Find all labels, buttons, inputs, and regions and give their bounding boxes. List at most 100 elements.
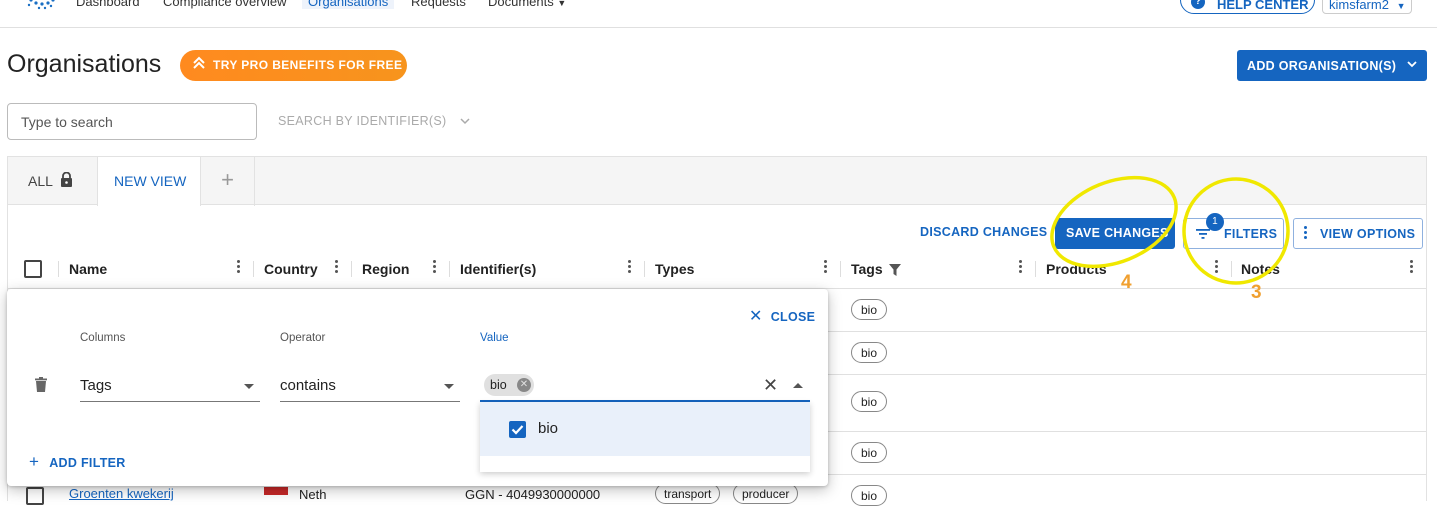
add-filter-button[interactable]: + ADD FILTER [29, 452, 126, 472]
operator-select-value: contains [280, 377, 336, 394]
add-organisations-label: ADD ORGANISATION(S) [1247, 59, 1397, 73]
question-icon: ? [1191, 0, 1205, 9]
option-label: bio [538, 420, 559, 437]
view-options-button[interactable]: VIEW OPTIONS [1293, 218, 1423, 249]
tab-all-label: ALL [28, 173, 53, 189]
select-all-checkbox[interactable] [24, 260, 42, 278]
save-changes-button[interactable]: SAVE CHANGES [1055, 218, 1175, 249]
add-filter-label: ADD FILTER [49, 456, 126, 470]
value-label: Value [480, 332, 509, 344]
discard-changes-button[interactable]: DISCARD CHANGES [920, 225, 1047, 239]
organisation-name-link[interactable]: Groenten kwekerij [69, 486, 174, 501]
more-vert-icon[interactable] [335, 260, 339, 275]
nav-documents-label: Documents [488, 0, 554, 9]
nav-dashboard[interactable]: Dashboard [76, 0, 140, 9]
search-input[interactable] [7, 103, 257, 140]
column-separator [351, 261, 352, 277]
table-header: Name Country Region Identifier(s) Types … [8, 253, 1426, 289]
tag-chip: bio [851, 391, 888, 412]
column-header-types[interactable]: Types [655, 261, 694, 277]
column-header-products[interactable]: Products [1046, 261, 1107, 277]
filter-panel: ✕ CLOSE Columns Operator Value Tags conta… [7, 289, 828, 486]
column-header-region[interactable]: Region [362, 261, 409, 277]
column-select[interactable]: Tags [80, 372, 260, 402]
column-header-notes[interactable]: Notes [1241, 261, 1280, 277]
filters-button[interactable]: 1 FILTERS [1183, 213, 1284, 249]
column-header-tags[interactable]: Tags [851, 261, 883, 277]
row-checkbox[interactable] [26, 487, 44, 505]
operator-label: Operator [280, 332, 326, 344]
column-separator [644, 261, 645, 277]
add-view-tab[interactable]: + [201, 157, 255, 206]
chevron-down-icon: ▼ [557, 0, 567, 8]
nav-documents[interactable]: Documents ▼ [488, 0, 566, 9]
more-vert-icon[interactable] [1215, 260, 1219, 275]
tag-chip: bio [851, 342, 888, 363]
columns-label: Columns [80, 332, 126, 344]
user-name: kimsfarm2 [1329, 0, 1389, 12]
value-chip[interactable]: bio ✕ [484, 374, 534, 396]
more-vert-icon[interactable] [1019, 260, 1023, 275]
dropdown-arrow-up-icon[interactable] [793, 383, 803, 388]
search-by-identifier-dropdown[interactable]: SEARCH BY IDENTIFIER(S) [278, 114, 470, 128]
view-options-label: VIEW OPTIONS [1320, 227, 1416, 241]
column-separator [840, 261, 841, 277]
dropdown-arrow-icon [444, 384, 454, 389]
tag-chip: bio [851, 485, 888, 506]
column-select-value: Tags [80, 377, 112, 394]
nav-compliance-overview[interactable]: Compliance overview [163, 0, 287, 9]
page-title: Organisations [7, 50, 162, 78]
dropdown-arrow-icon [244, 384, 254, 389]
value-autocomplete[interactable]: bio ✕ ✕ [480, 372, 810, 402]
close-icon: ✕ [749, 308, 763, 325]
column-header-name[interactable]: Name [69, 261, 107, 277]
filter-list-icon [1196, 229, 1210, 239]
trash-icon[interactable] [35, 377, 47, 392]
help-center-button[interactable]: ? HELP CENTER [1180, 0, 1315, 14]
more-vert-icon[interactable] [237, 260, 241, 275]
remove-chip-icon[interactable]: ✕ [517, 378, 531, 392]
value-options-list: bio [480, 402, 810, 472]
double-chevron-up-icon [193, 56, 205, 73]
checkbox-checked-icon[interactable] [509, 421, 526, 438]
tag-chip: bio [851, 299, 888, 320]
nav-requests[interactable]: Requests [411, 0, 466, 9]
tab-new-view[interactable]: NEW VIEW [98, 157, 201, 206]
lock-icon [61, 172, 72, 187]
tag-chip: bio [851, 442, 888, 463]
more-vert-icon[interactable] [628, 260, 632, 275]
more-vert-icon[interactable] [824, 260, 828, 275]
country-flag-icon [264, 487, 288, 495]
try-pro-button[interactable]: TRY PRO BENEFITS FOR FREE [180, 50, 407, 81]
operator-select[interactable]: contains [280, 372, 460, 402]
more-vert-icon[interactable] [433, 260, 437, 275]
tab-all[interactable]: ALL [8, 157, 98, 206]
filters-count-badge: 1 [1206, 213, 1224, 231]
search-by-identifier-label: SEARCH BY IDENTIFIER(S) [278, 114, 447, 128]
column-separator [449, 261, 450, 277]
add-organisations-button[interactable]: ADD ORGANISATION(S) [1237, 50, 1427, 81]
clear-icon[interactable]: ✕ [763, 375, 778, 396]
column-separator [1231, 261, 1232, 277]
more-vert-icon [1304, 226, 1310, 241]
column-separator [1035, 261, 1036, 277]
value-chip-label: bio [490, 378, 507, 392]
nav-organisations[interactable]: Organisations [302, 0, 395, 9]
plus-icon: + [29, 452, 40, 471]
help-center-label: HELP CENTER [1217, 0, 1309, 12]
column-header-identifiers[interactable]: Identifier(s) [460, 261, 536, 277]
close-filter-button[interactable]: ✕ CLOSE [749, 306, 815, 326]
type-chip: producer [733, 483, 799, 504]
user-menu-button[interactable]: kimsfarm2 ▼ [1322, 0, 1412, 14]
view-tabs: ALL NEW VIEW + [8, 157, 1426, 206]
logo-icon [27, 0, 55, 10]
identifier-cell: GGN - 4049930000000 [465, 487, 601, 502]
filters-label: FILTERS [1224, 227, 1278, 241]
chevron-down-icon [1407, 58, 1417, 72]
value-option-bio[interactable]: bio [480, 402, 810, 456]
type-chip: transport [655, 483, 721, 504]
top-navigation: Dashboard Compliance overview Organisati… [0, 0, 1437, 28]
more-vert-icon[interactable] [1410, 260, 1414, 275]
column-header-country[interactable]: Country [264, 261, 318, 277]
chevron-down-icon: ▼ [1396, 1, 1406, 11]
